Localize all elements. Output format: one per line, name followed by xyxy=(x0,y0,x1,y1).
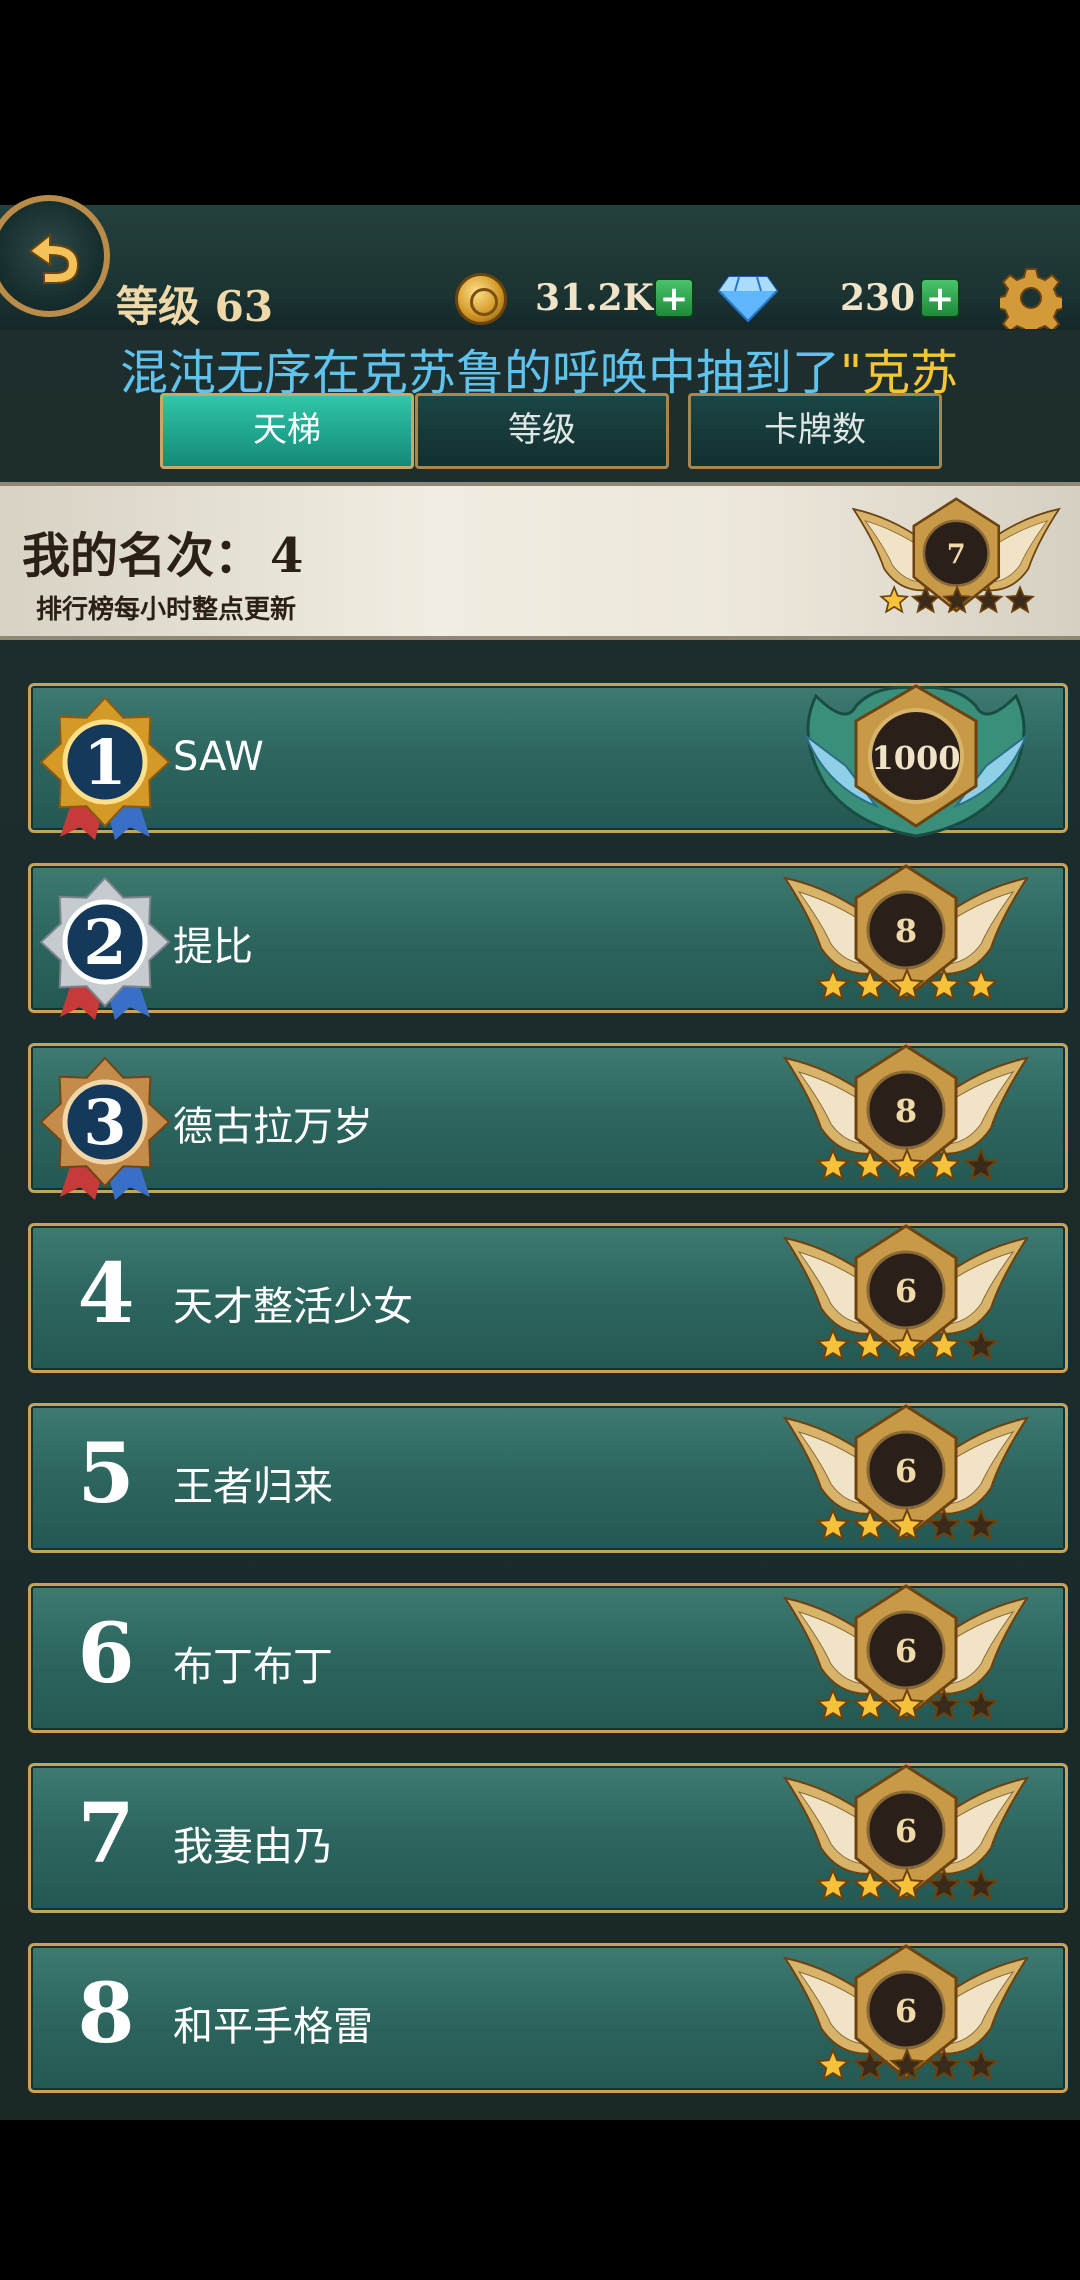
svg-text:6: 6 xyxy=(895,1812,917,1850)
leaderboard-row[interactable]: 8 和平手格雷 6 xyxy=(28,1943,1068,2093)
rank-number: 4 xyxy=(77,1246,135,1342)
add-gems-button[interactable]: + xyxy=(920,278,960,318)
rank-wing-badge-icon: 6 xyxy=(781,1758,1031,1922)
svg-text:8: 8 xyxy=(895,1092,917,1130)
rank-number: 7 xyxy=(77,1786,135,1882)
bronze-medal-icon: 3 xyxy=(35,1052,175,1206)
top-bar: 等级 63 31.2K + 230 + xyxy=(0,195,1080,331)
svg-text:6: 6 xyxy=(895,1632,917,1670)
rank-wing-badge-icon: 6 xyxy=(781,1938,1031,2102)
rank-wing-badge-icon: 6 xyxy=(781,1218,1031,1382)
rank-number: 5 xyxy=(77,1426,135,1522)
player-name: 王者归来 xyxy=(173,1464,333,1510)
svg-text:1000: 1000 xyxy=(871,739,960,777)
rank-wing-badge-icon: 8 xyxy=(781,1038,1031,1202)
svg-text:6: 6 xyxy=(895,1992,917,2030)
player-name: 和平手格雷 xyxy=(173,2004,373,2050)
player-name: 天才整活少女 xyxy=(173,1284,413,1330)
player-level: 等级 63 xyxy=(116,282,274,331)
svg-text:8: 8 xyxy=(895,912,917,950)
rank-wing-badge-icon: 7 xyxy=(851,497,1061,614)
my-rank-label: 我的名次： 4 xyxy=(22,528,304,584)
player-name: 提比 xyxy=(173,924,253,970)
leaderboard-row[interactable]: 6 布丁布丁 6 xyxy=(28,1583,1068,1733)
rank-wing-badge-icon: 8 xyxy=(781,858,1031,1022)
leaderboard-row[interactable]: 4 天才整活少女 6 xyxy=(28,1223,1068,1373)
tab-level[interactable]: 等级 xyxy=(415,393,669,469)
svg-text:3: 3 xyxy=(83,1086,126,1159)
leaderboard-row[interactable]: 5 王者归来 6 xyxy=(28,1403,1068,1553)
back-button[interactable] xyxy=(0,195,110,317)
leaderboard-row[interactable]: 2 提比 8 xyxy=(28,863,1068,1020)
leaderboard-row[interactable]: 1 SAW 1000 xyxy=(28,683,1068,840)
my-rank-panel: 我的名次： 4 排行榜每小时整点更新 7 xyxy=(0,482,1080,640)
gem-amount: 230 xyxy=(840,277,916,319)
back-arrow-icon xyxy=(28,232,80,284)
tab-ladder[interactable]: 天梯 xyxy=(160,393,414,469)
player-name: 德古拉万岁 xyxy=(173,1104,373,1150)
silver-medal-icon: 2 xyxy=(35,872,175,1026)
leaderboard-screen: 等级 63 31.2K + 230 + 混沌无序在克苏鲁的呼唤中抽到了"克苏 天… xyxy=(0,195,1080,2120)
rank-wing-badge-icon: 6 xyxy=(781,1398,1031,1562)
rank-number: 6 xyxy=(77,1606,135,1702)
player-name: SAW xyxy=(173,734,264,780)
player-name: 我妻由乃 xyxy=(173,1824,333,1870)
gold-medal-icon: 1 xyxy=(35,692,175,846)
svg-text:6: 6 xyxy=(895,1272,917,1310)
player-name: 布丁布丁 xyxy=(173,1644,333,1690)
svg-text:6: 6 xyxy=(895,1452,917,1490)
system-nav-area xyxy=(0,2120,1080,2280)
rank-number: 8 xyxy=(77,1966,135,2062)
rank-wing-badge-icon: 6 xyxy=(781,1578,1031,1742)
svg-text:1: 1 xyxy=(83,726,126,799)
update-note: 排行榜每小时整点更新 xyxy=(36,595,297,625)
svg-text:2: 2 xyxy=(83,906,126,979)
coin-icon xyxy=(455,273,507,325)
diamond-icon xyxy=(717,276,779,323)
leaderboard-row[interactable]: 3 德古拉万岁 8 xyxy=(28,1043,1068,1200)
my-rank-badge: 7 xyxy=(850,492,1063,632)
tab-card-count[interactable]: 卡牌数 xyxy=(688,393,942,469)
my-rank-value: 4 xyxy=(270,528,304,584)
leaderboard-row[interactable]: 7 我妻由乃 6 xyxy=(28,1763,1068,1913)
svg-text:7: 7 xyxy=(947,538,966,570)
legend-rank-badge-icon: 1000 xyxy=(786,676,1046,850)
add-coins-button[interactable]: + xyxy=(654,278,694,318)
coin-amount: 31.2K xyxy=(535,277,654,319)
gear-icon[interactable] xyxy=(1000,267,1062,329)
